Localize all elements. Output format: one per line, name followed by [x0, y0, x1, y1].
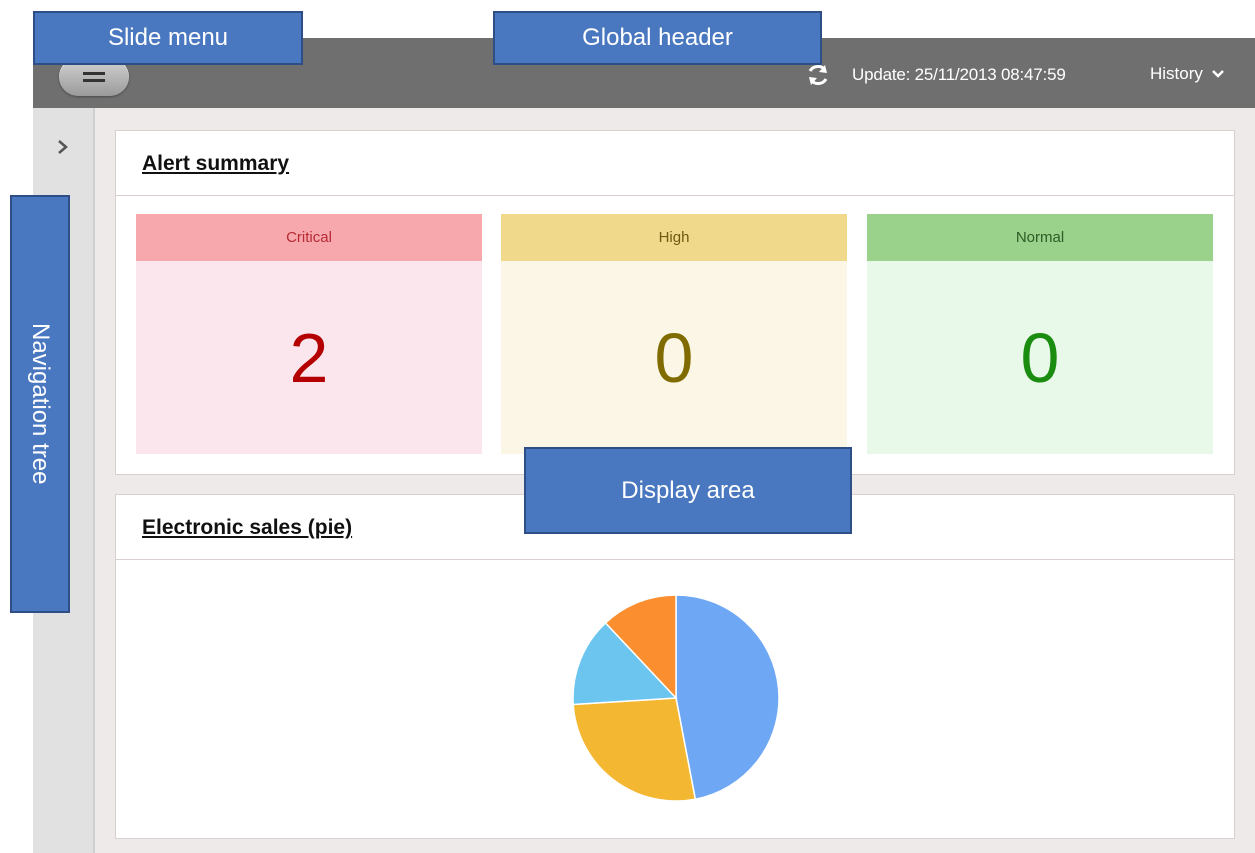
alert-summary-header: Alert summary	[116, 131, 1234, 196]
normal-alert-label: Normal	[867, 214, 1213, 261]
chevron-right-icon[interactable]	[55, 138, 71, 156]
slide-menu-callout: Slide menu	[33, 11, 303, 65]
menu-icon	[83, 72, 105, 82]
normal-alert-box[interactable]: Normal 0	[867, 214, 1213, 454]
alert-summary-panel: Alert summary Critical 2 High 0 Normal 0	[115, 130, 1235, 475]
refresh-icon[interactable]	[805, 62, 831, 88]
navigation-tree-callout: Navigation tree	[10, 195, 70, 613]
critical-alert-count: 2	[136, 261, 482, 454]
high-alert-box[interactable]: High 0	[501, 214, 847, 454]
critical-alert-box[interactable]: Critical 2	[136, 214, 482, 454]
history-label: History	[1150, 64, 1203, 83]
electronic-sales-panel: Electronic sales (pie)	[115, 494, 1235, 839]
electronic-sales-pie-chart	[572, 594, 780, 802]
global-header-callout: Global header	[493, 11, 822, 65]
high-alert-count: 0	[501, 261, 847, 454]
alert-summary-title[interactable]: Alert summary	[142, 151, 289, 177]
chevron-down-icon	[1212, 70, 1224, 78]
normal-alert-count: 0	[867, 261, 1213, 454]
update-timestamp: Update: 25/11/2013 08:47:59	[852, 65, 1066, 84]
electronic-sales-title[interactable]: Electronic sales (pie)	[142, 515, 352, 541]
high-alert-label: High	[501, 214, 847, 261]
history-dropdown[interactable]: History	[1150, 64, 1225, 84]
app-window: Update: 25/11/2013 08:47:59 History Aler…	[33, 38, 1255, 853]
critical-alert-label: Critical	[136, 214, 482, 261]
display-area-callout: Display area	[524, 447, 852, 534]
pie-slice-1[interactable]	[675, 594, 780, 801]
pie-slice-2[interactable]	[572, 697, 697, 802]
